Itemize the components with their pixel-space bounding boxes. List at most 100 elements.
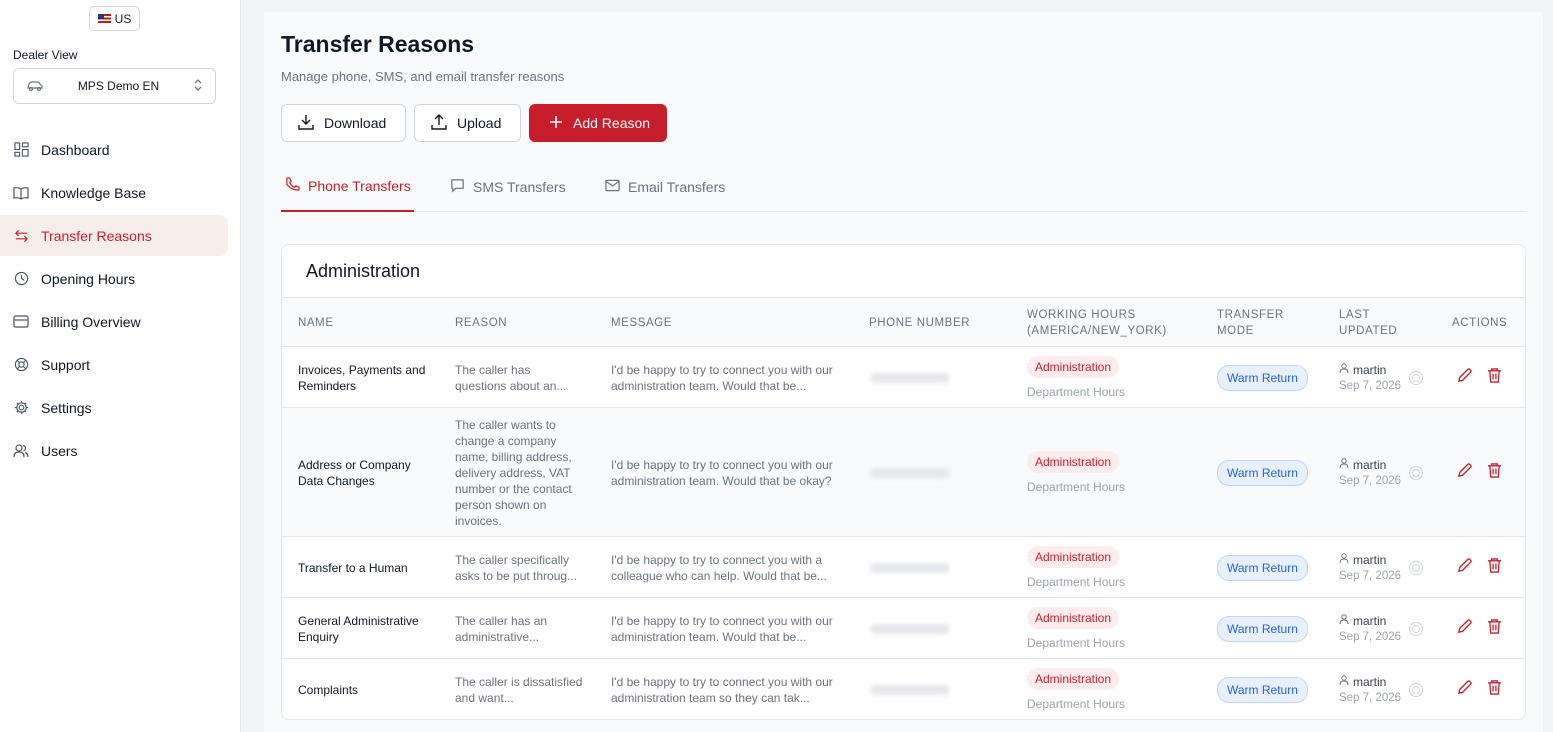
header-working-hours-line2: (AMERICA/NEW_YORK) [1027,325,1167,337]
table-row[interactable]: Complaints The caller is dissatisfied an… [282,659,1525,719]
tab-label: SMS Transfers [473,179,566,195]
history-icon[interactable] [1409,621,1424,636]
header-transfer-mode-line2: MODE [1217,325,1254,337]
sidebar-item-label: Transfer Reasons [41,227,152,244]
history-icon[interactable] [1409,370,1424,385]
sidebar-nav: Dashboard Knowledge Base Transfer Reason… [0,129,241,473]
edit-icon[interactable] [1456,557,1473,578]
chevron-updown-icon [193,78,203,95]
edit-icon[interactable] [1456,618,1473,639]
tab-label: Phone Transfers [308,178,411,194]
row-name: Transfer to a Human [298,560,408,575]
row-reason: The caller has an administrative... [455,613,548,644]
plus-icon [548,114,564,133]
updated-date: Sep 7, 2026 [1339,691,1402,704]
row-reason: The caller wants to change a company nam… [455,417,572,528]
chat-icon [450,178,465,196]
delete-icon[interactable] [1487,679,1502,700]
sidebar-item-users[interactable]: Users [0,430,228,471]
sidebar-item-billing-overview[interactable]: Billing Overview [0,301,228,342]
row-message: I'd be happy to try to connect you with … [611,552,827,583]
updated-date: Sep 7, 2026 [1339,630,1402,643]
table-row[interactable]: Transfer to a Human The caller specifica… [282,537,1525,598]
delete-icon[interactable] [1487,618,1502,639]
sidebar-item-label: Opening Hours [41,270,136,287]
table-row[interactable]: Address or Company Data Changes The call… [282,408,1525,537]
edit-icon[interactable] [1456,367,1473,388]
language-switcher[interactable]: US [89,6,140,31]
updated-by: martin [1353,457,1387,472]
department-badge: Administration [1027,355,1120,378]
card-title: Administration [306,261,421,281]
phone-icon [285,177,300,195]
add-reason-label: Add Reason [573,115,651,131]
transfer-icon [13,228,29,244]
header-transfer-mode: TRANSFER MODE [1217,298,1284,348]
delete-icon[interactable] [1487,462,1502,483]
updated-by: martin [1353,552,1387,567]
sidebar-item-label: Settings [41,399,92,416]
header-last-updated-line1: LAST [1339,309,1371,321]
sidebar-item-opening-hours[interactable]: Opening Hours [0,258,228,299]
transfer-tabs: Phone Transfers SMS Transfers Email Tran… [281,162,1526,212]
row-reason: The caller specifically asks to be put t… [455,552,578,583]
sidebar-item-settings[interactable]: Settings [0,387,228,428]
row-message: I'd be happy to try to connect you with … [611,457,833,488]
sidebar-item-label: Dashboard [41,141,110,158]
clock-icon [13,271,29,287]
hours-type: Department Hours [1027,696,1126,711]
add-reason-button[interactable]: Add Reason [529,104,667,142]
tab-sms-transfers[interactable]: SMS Transfers [450,162,566,212]
sidebar-item-transfer-reasons[interactable]: Transfer Reasons [0,215,228,256]
hours-type: Department Hours [1027,635,1126,650]
upload-icon [430,113,448,134]
row-phone-number-redacted [870,684,950,695]
row-name: Address or Company Data Changes [298,457,411,488]
row-name: General Administrative Enquiry [298,613,419,644]
edit-icon[interactable] [1456,462,1473,483]
lifebuoy-icon [13,357,29,373]
book-icon [13,185,29,201]
header-last-updated: LAST UPDATED [1339,298,1397,348]
history-icon[interactable] [1409,682,1424,697]
department-badge: Administration [1027,450,1120,473]
department-badge: Administration [1027,667,1120,690]
row-name: Invoices, Payments and Reminders [298,362,426,393]
page-subtitle: Manage phone, SMS, and email transfer re… [281,69,565,84]
tab-phone-transfers[interactable]: Phone Transfers [281,162,414,212]
hours-type: Department Hours [1027,574,1126,589]
sidebar-item-dashboard[interactable]: Dashboard [0,129,228,170]
row-message: I'd be happy to try to connect you with … [611,613,833,644]
transfer-mode-badge: Warm Return [1217,554,1308,581]
sidebar-item-support[interactable]: Support [0,344,228,385]
upload-button[interactable]: Upload [414,104,521,142]
table-row[interactable]: General Administrative Enquiry The calle… [282,598,1525,659]
download-icon [297,113,315,134]
main-content: Transfer Reasons Manage phone, SMS, and … [264,12,1543,732]
table-header: NAME REASON MESSAGE PHONE NUMBER WORKING… [282,297,1525,347]
sidebar-item-knowledge-base[interactable]: Knowledge Base [0,172,228,213]
download-button[interactable]: Download [281,104,406,142]
header-message: MESSAGE [611,317,673,329]
header-working-hours: WORKING HOURS (AMERICA/NEW_YORK) [1027,298,1167,348]
credit-card-icon [13,314,29,330]
user-icon [1339,457,1349,473]
history-icon[interactable] [1409,465,1424,480]
table-row[interactable]: Invoices, Payments and Reminders The cal… [282,347,1525,408]
updated-date: Sep 7, 2026 [1339,474,1402,487]
dealer-name: MPS Demo EN [77,79,160,93]
edit-icon[interactable] [1456,679,1473,700]
download-label: Download [324,115,387,131]
updated-by: martin [1353,613,1387,628]
tab-email-transfers[interactable]: Email Transfers [605,162,725,212]
header-reason: REASON [455,317,508,329]
hours-type: Department Hours [1027,479,1126,494]
delete-icon[interactable] [1487,367,1502,388]
dealer-view-label: Dealer View [13,48,78,62]
row-phone-number-redacted [870,372,950,383]
dealer-select[interactable]: MPS Demo EN [13,68,216,104]
gear-icon [13,400,29,416]
transfer-mode-badge: Warm Return [1217,364,1308,391]
history-icon[interactable] [1409,560,1424,575]
delete-icon[interactable] [1487,557,1502,578]
